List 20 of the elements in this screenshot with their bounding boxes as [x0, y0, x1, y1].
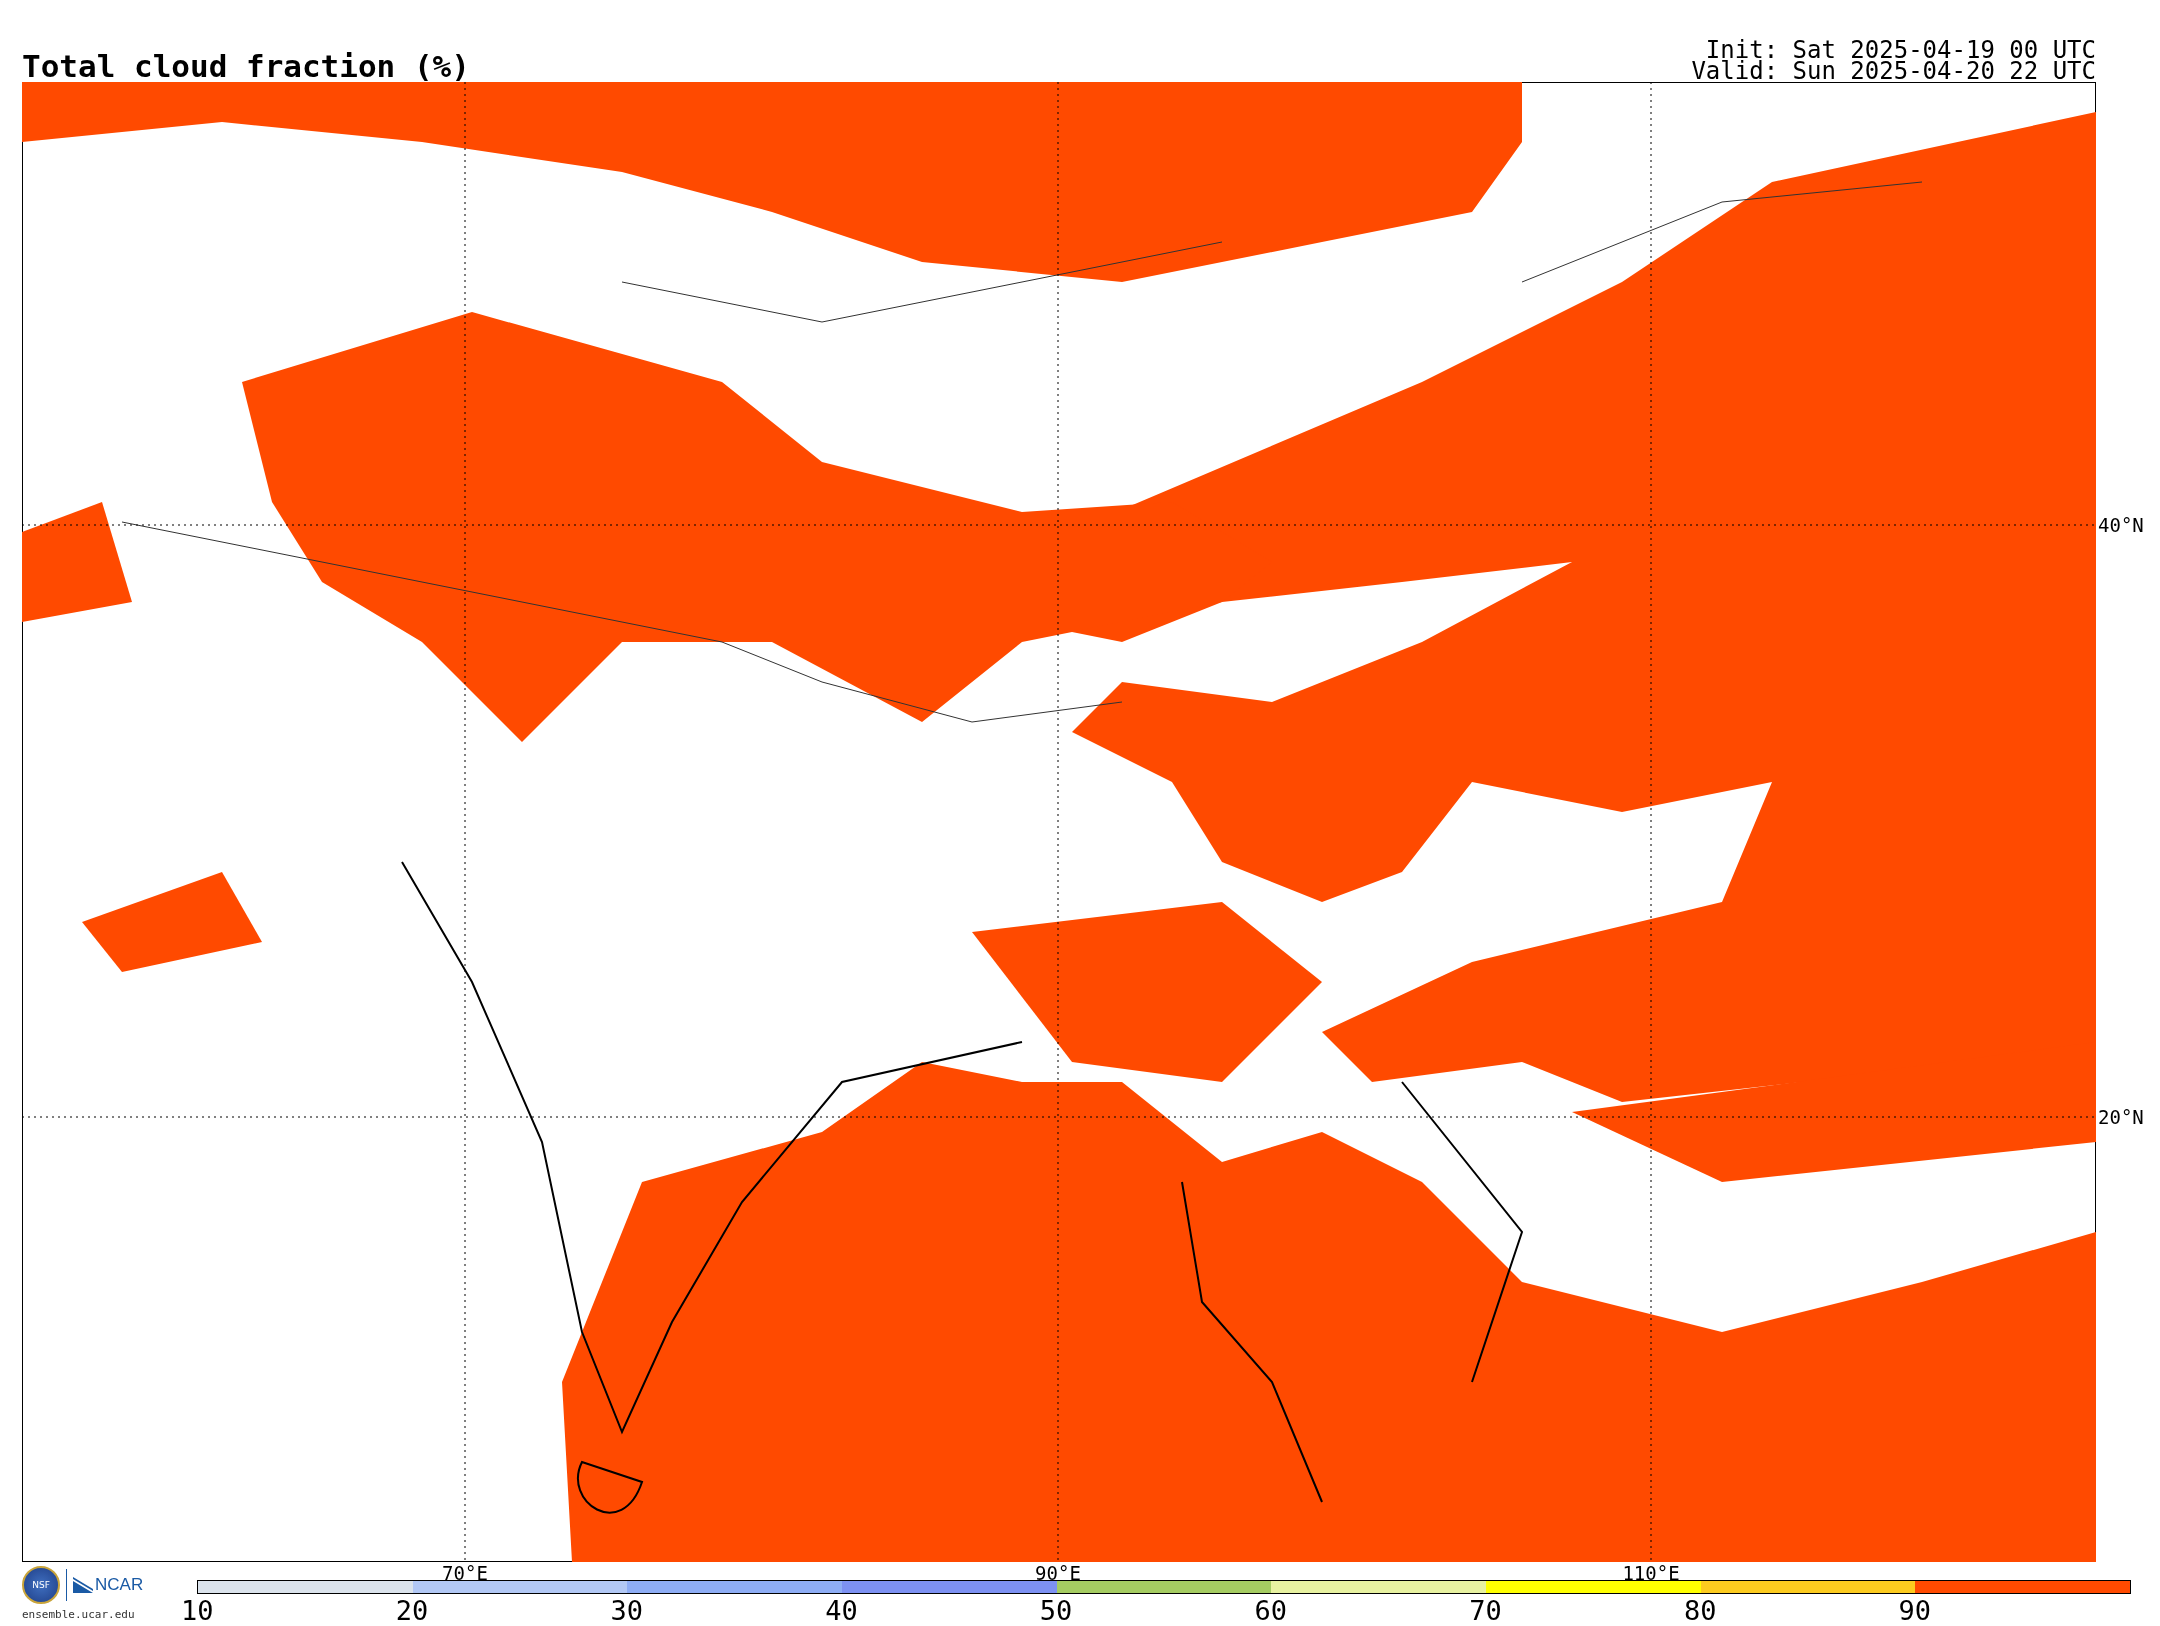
colorbar-tick-label: 40 — [824, 1594, 859, 1626]
longitude-label: 110°E — [1622, 1562, 1680, 1584]
init-time: Init: Sat 2025-04-19 00 UTC — [1705, 40, 2096, 61]
colorbar-tick-label: 60 — [1253, 1594, 1289, 1626]
colorbar-tick-label: 50 — [1038, 1594, 1074, 1626]
chart-title: Total cloud fraction (%) — [22, 51, 470, 82]
nsf-emblem: NSF — [22, 1566, 60, 1604]
latitude-label: 40°N — [2098, 514, 2144, 536]
latitude-label: 20°N — [2098, 1106, 2144, 1128]
longitude-label: 90°E — [1035, 1562, 1081, 1584]
colorbar-tick-label: 90 — [1897, 1594, 1933, 1626]
valid-time: Valid: Sun 2025-04-20 22 UTC — [1691, 61, 2096, 82]
ncar-name: NCAR — [95, 1575, 144, 1595]
colorbar-tick-label: 80 — [1682, 1594, 1718, 1626]
website-url: ensemble.ucar.edu — [22, 1608, 135, 1621]
colorbar-tick-label: 70 — [1468, 1594, 1503, 1626]
colorbar-tick-label: 20 — [394, 1594, 430, 1626]
ncar-mark-icon — [73, 1577, 93, 1593]
colorbar-tick-label: 30 — [609, 1594, 644, 1626]
longitude-label: 70°E — [442, 1562, 488, 1584]
